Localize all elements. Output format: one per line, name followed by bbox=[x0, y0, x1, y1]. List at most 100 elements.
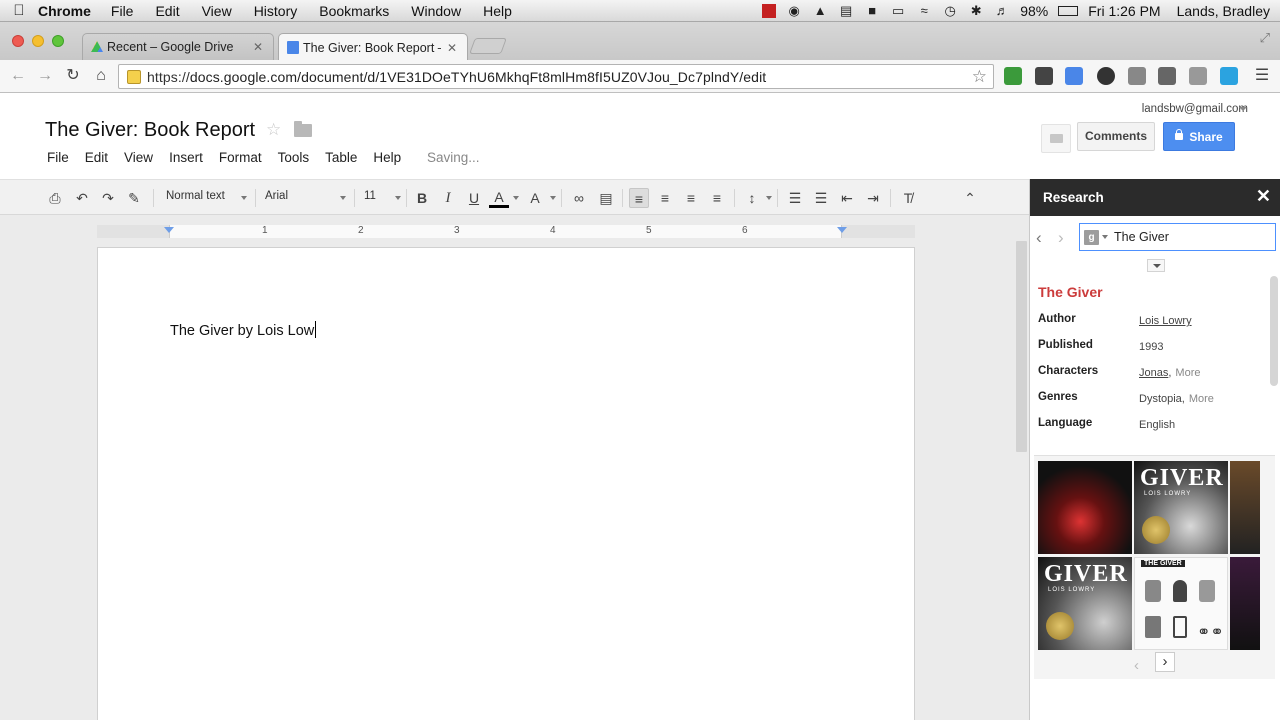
document-title[interactable]: The Giver: Book Report bbox=[45, 119, 255, 142]
extension-camera-icon[interactable] bbox=[1097, 67, 1115, 85]
forward-arrow-icon[interactable]: → bbox=[35, 66, 55, 86]
extension-buffer-icon[interactable] bbox=[1035, 67, 1053, 85]
chevron-down-icon[interactable] bbox=[241, 196, 247, 200]
underline-button[interactable]: U bbox=[464, 188, 484, 208]
minimize-window-button[interactable] bbox=[32, 35, 44, 47]
tab-book-report[interactable]: The Giver: Book Report – G ✕ bbox=[278, 33, 468, 61]
ssl-warning-icon[interactable] bbox=[127, 69, 141, 84]
menu-file[interactable]: File bbox=[47, 150, 69, 165]
document-body[interactable]: The Giver by Lois Low bbox=[170, 321, 317, 339]
wifi-icon[interactable]: ≈ bbox=[916, 3, 932, 18]
font-select[interactable]: Arial bbox=[265, 190, 288, 202]
extension-tag-icon[interactable] bbox=[1189, 67, 1207, 85]
volume-icon[interactable]: ♬ bbox=[994, 3, 1010, 18]
new-tab-button[interactable] bbox=[469, 38, 507, 54]
time-machine-icon[interactable]: ◷ bbox=[942, 3, 958, 18]
highlight-color-button[interactable]: A bbox=[525, 188, 545, 208]
document-page[interactable]: The Giver by Lois Low bbox=[97, 247, 915, 720]
print-icon[interactable]: ⎙ bbox=[45, 188, 65, 208]
google-search-icon[interactable]: g bbox=[1084, 229, 1099, 245]
bold-button[interactable]: B bbox=[412, 188, 432, 208]
menubar-user[interactable]: Lands, Bradley bbox=[1177, 3, 1270, 19]
airplay-icon[interactable]: ▭ bbox=[890, 3, 906, 18]
extension-bookmark-icon[interactable] bbox=[1004, 67, 1022, 85]
reload-icon[interactable]: ↻ bbox=[63, 66, 83, 86]
expand-results-toggle[interactable] bbox=[1147, 259, 1165, 272]
book-cover-thumbnail[interactable]: GIVER LOIS LOWRY bbox=[1038, 557, 1132, 650]
back-arrow-icon[interactable]: ← bbox=[8, 66, 28, 86]
chevron-down-icon[interactable] bbox=[340, 196, 346, 200]
home-icon[interactable]: ⌂ bbox=[91, 66, 111, 86]
document-scrollbar[interactable] bbox=[1016, 241, 1027, 452]
chevron-down-icon[interactable] bbox=[766, 196, 772, 200]
pocket-icon[interactable] bbox=[1158, 67, 1176, 85]
account-caret-icon[interactable] bbox=[1239, 107, 1247, 111]
close-tab-icon[interactable]: ✕ bbox=[253, 40, 263, 54]
folder-icon[interactable] bbox=[294, 121, 312, 137]
menu-tools[interactable]: Tools bbox=[278, 150, 310, 165]
address-bar[interactable]: https://docs.google.com/document/d/1VE31… bbox=[118, 64, 994, 89]
collapse-toolbar-icon[interactable]: ⌃ bbox=[960, 188, 980, 208]
star-icon[interactable]: ☆ bbox=[266, 120, 281, 140]
chevron-down-icon[interactable] bbox=[395, 196, 401, 200]
tab-google-drive[interactable]: Recent – Google Drive ✕ bbox=[82, 33, 274, 60]
menubar-help[interactable]: Help bbox=[483, 3, 512, 19]
line-spacing-icon[interactable]: ↕ bbox=[742, 188, 762, 208]
bookmark-star-icon[interactable]: ☆ bbox=[972, 67, 987, 87]
character-link[interactable]: Jonas bbox=[1139, 367, 1168, 379]
chevron-down-icon[interactable] bbox=[550, 196, 556, 200]
menu-insert[interactable]: Insert bbox=[169, 150, 203, 165]
chrome-menu-icon[interactable]: ☰ bbox=[1252, 66, 1272, 86]
menu-format[interactable]: Format bbox=[219, 150, 262, 165]
book-cover-thumbnail[interactable]: THE GIVER ⚭⚭ bbox=[1134, 557, 1228, 650]
gallery-next-icon[interactable]: › bbox=[1155, 652, 1175, 672]
extension-google-icon[interactable] bbox=[1065, 67, 1083, 85]
text-color-button[interactable]: A bbox=[489, 188, 509, 208]
menu-edit[interactable]: Edit bbox=[85, 150, 108, 165]
menubar-view[interactable]: View bbox=[202, 3, 232, 19]
evernote-icon[interactable]: ■ bbox=[864, 3, 880, 18]
book-cover-thumbnail[interactable] bbox=[1038, 461, 1132, 554]
menubar-clock[interactable]: Fri 1:26 PM bbox=[1088, 3, 1160, 19]
bulleted-list-icon[interactable]: ☰ bbox=[811, 188, 831, 208]
menubar-history[interactable]: History bbox=[254, 3, 298, 19]
share-button[interactable]: Share bbox=[1163, 122, 1235, 151]
numbered-list-icon[interactable]: ☰ bbox=[785, 188, 805, 208]
undo-icon[interactable]: ↶ bbox=[72, 188, 92, 208]
book-cover-thumbnail[interactable] bbox=[1230, 461, 1260, 554]
menubar-bookmarks[interactable]: Bookmarks bbox=[319, 3, 389, 19]
menubar-edit[interactable]: Edit bbox=[155, 3, 179, 19]
apple-icon[interactable]:  bbox=[0, 2, 38, 19]
account-email[interactable]: landsbw@gmail.com bbox=[1142, 103, 1248, 115]
style-select[interactable]: Normal text bbox=[166, 190, 225, 202]
font-size-select[interactable]: 11 bbox=[364, 190, 376, 202]
increase-indent-icon[interactable]: ⇥ bbox=[863, 188, 883, 208]
menubar-file[interactable]: File bbox=[111, 3, 134, 19]
close-tab-icon[interactable]: ✕ bbox=[447, 41, 457, 55]
author-link[interactable]: Lois Lowry bbox=[1139, 315, 1192, 327]
chat-icon[interactable] bbox=[1041, 124, 1071, 153]
menu-view[interactable]: View bbox=[124, 150, 153, 165]
research-scrollbar[interactable] bbox=[1270, 276, 1278, 386]
extension-d-icon[interactable] bbox=[1220, 67, 1238, 85]
link-icon[interactable]: ∞ bbox=[569, 188, 589, 208]
chevron-down-icon[interactable] bbox=[513, 196, 519, 200]
clear-formatting-icon[interactable]: T̸ bbox=[898, 188, 918, 208]
menubar-window[interactable]: Window bbox=[411, 3, 461, 19]
url-text[interactable]: https://docs.google.com/document/d/1VE31… bbox=[147, 69, 972, 85]
inbox-icon[interactable]: ▤ bbox=[838, 3, 854, 18]
battery-icon[interactable] bbox=[1058, 5, 1079, 16]
italic-button[interactable]: I bbox=[438, 188, 458, 208]
align-justify-icon[interactable]: ≡ bbox=[707, 188, 727, 208]
extension-screenshot-icon[interactable] bbox=[1128, 67, 1146, 85]
knowledge-panel-title[interactable]: The Giver bbox=[1038, 284, 1103, 300]
fullscreen-icon[interactable]: ⤢ bbox=[1260, 30, 1270, 46]
close-icon[interactable]: ✕ bbox=[1256, 186, 1271, 207]
drive-tray-icon[interactable]: ▲ bbox=[812, 3, 828, 18]
more-link[interactable]: More bbox=[1175, 367, 1200, 379]
comments-button[interactable]: Comments bbox=[1077, 122, 1155, 151]
research-search-input[interactable]: g The Giver bbox=[1079, 223, 1276, 251]
close-window-button[interactable] bbox=[12, 35, 24, 47]
zoom-window-button[interactable] bbox=[52, 35, 64, 47]
book-cover-thumbnail[interactable]: GIVER LOIS LOWRY bbox=[1134, 461, 1228, 554]
